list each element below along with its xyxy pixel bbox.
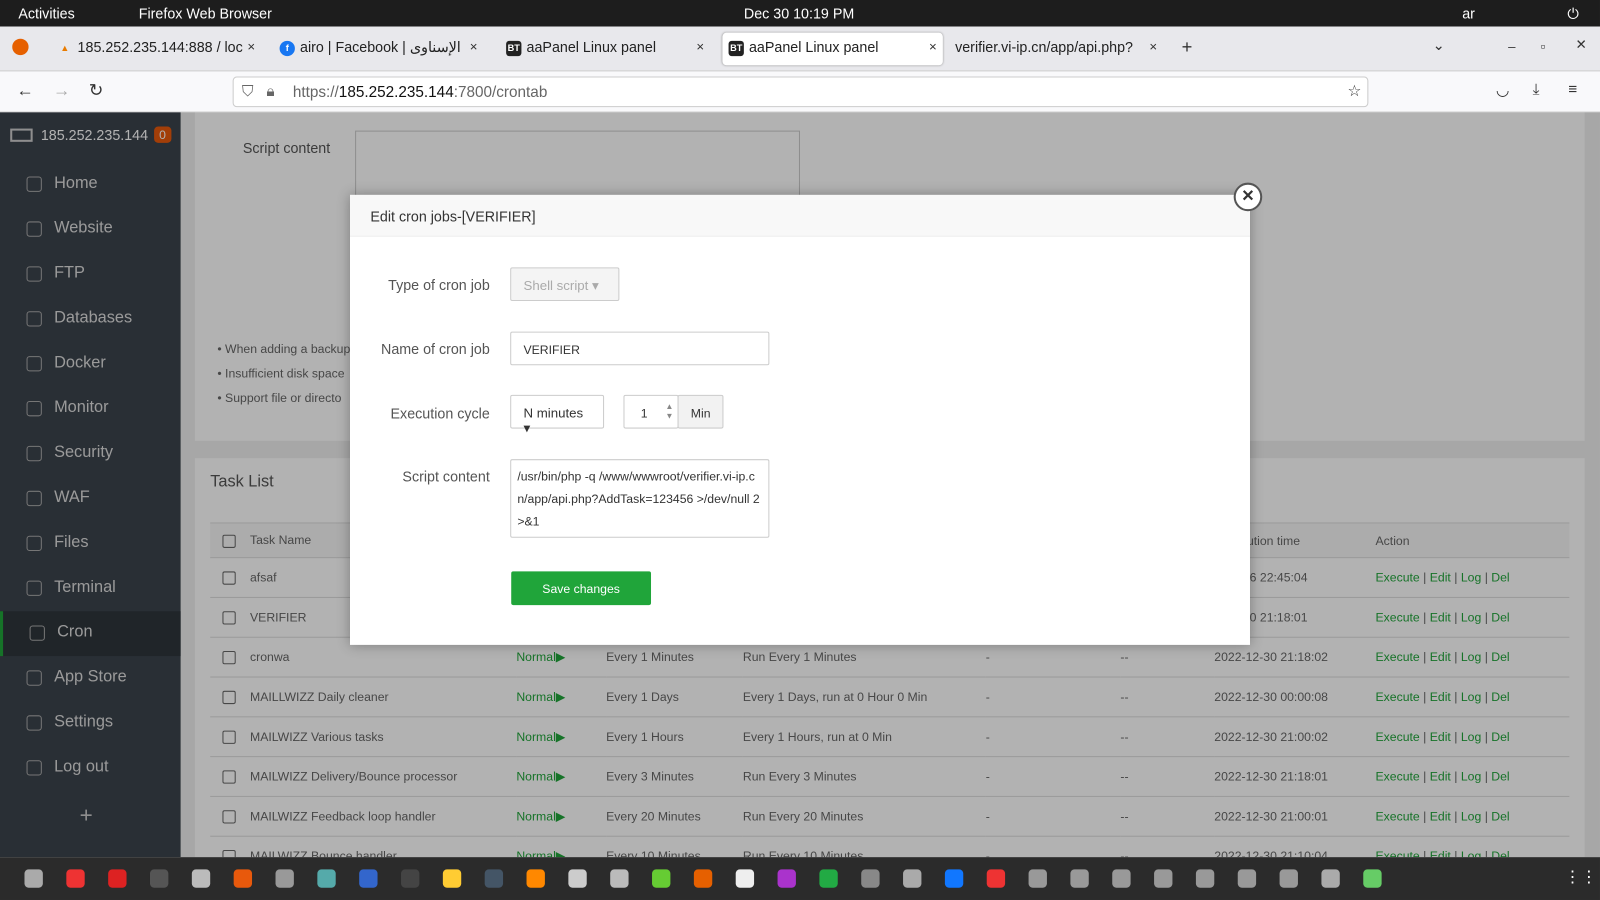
close-tab-icon[interactable]: ×	[470, 39, 478, 54]
dock-app-icon[interactable]	[1070, 869, 1089, 888]
dock-app-icon[interactable]	[1279, 869, 1298, 888]
tab-label: aaPanel Linux panel	[526, 38, 657, 56]
tab-aapanel[interactable]: BT aaPanel Linux panel ×	[500, 33, 710, 66]
dock-app-icon[interactable]	[149, 869, 169, 888]
tab-label: aaPanel Linux panel	[748, 38, 879, 56]
name-input[interactable]: VERIFIER	[510, 331, 770, 366]
bookmark-star-icon[interactable]: ☆	[1347, 82, 1361, 100]
taskbar-dock: ⋮⋮	[0, 857, 1600, 900]
tab-list-chevron-icon[interactable]: ⌄	[1433, 37, 1445, 54]
facebook-icon: f	[279, 40, 295, 57]
minimize-button[interactable]: –	[1508, 39, 1515, 54]
dock-app-icon[interactable]	[484, 869, 504, 888]
dock-app-icon[interactable]	[903, 869, 922, 888]
minutes-unit-label: Min	[677, 394, 724, 429]
dock-app-icon[interactable]	[568, 869, 587, 888]
script-textarea[interactable]: /usr/bin/php -q /www/wwwroot/verifier.vi…	[510, 459, 770, 538]
minutes-stepper[interactable]: 1 ▲ ▼	[623, 394, 679, 429]
power-icon[interactable]: ⏻	[1567, 5, 1578, 22]
activities-button[interactable]: Activities	[18, 5, 74, 21]
modal-title: Edit cron jobs-[VERIFIER]	[349, 194, 1250, 237]
firefox-icon[interactable]	[12, 38, 29, 56]
dock-app-icon[interactable]	[1195, 869, 1215, 888]
dock-app-icon[interactable]	[24, 869, 43, 888]
pma-icon: ▲	[60, 42, 70, 54]
navigation-bar: ← → ↻ ⛉ 🔒︎ https://185.252.235.144:7800/…	[0, 71, 1600, 113]
cycle-label: Execution cycle	[390, 405, 490, 422]
forward-icon[interactable]: →	[53, 81, 70, 101]
dock-app-icon[interactable]	[401, 869, 420, 888]
script-label: Script content	[402, 468, 490, 485]
dock-app-icon[interactable]	[108, 869, 127, 888]
screen: Activities Firefox Web Browser Dec 30 10…	[0, 0, 1600, 900]
browser-tab-bar: ▲ 185.252.235.144:888 / loc × f airo | Face…	[0, 26, 1600, 72]
dock-app-icon[interactable]	[442, 869, 462, 888]
dock-app-icon[interactable]	[526, 869, 545, 888]
close-tab-icon[interactable]: ×	[247, 39, 255, 54]
shield-icon[interactable]: ⛉	[242, 83, 253, 100]
minutes-value: 1	[640, 406, 648, 421]
stepper-arrows-icon[interactable]: ▲ ▼	[665, 402, 673, 420]
close-window-button[interactable]: ✕	[1575, 37, 1586, 53]
tab-label: airo | Facebook | الإسناوى	[299, 38, 461, 56]
dock-app-icon[interactable]	[986, 869, 1006, 888]
type-label: Type of cron job	[388, 276, 490, 293]
close-tab-icon[interactable]: ×	[696, 39, 704, 54]
dock-app-icon[interactable]	[1321, 869, 1340, 888]
dock-app-icon[interactable]	[1154, 869, 1173, 888]
dock-app-icon[interactable]	[735, 869, 755, 888]
menu-icon[interactable]: ≡	[1568, 81, 1577, 98]
show-apps-grid-icon[interactable]: ⋮⋮	[1564, 867, 1597, 887]
dock-app-icon[interactable]	[317, 869, 336, 888]
dock-app-icon[interactable]	[1028, 869, 1047, 888]
bt-icon: BT	[506, 40, 522, 57]
pocket-icon[interactable]: ◡	[1496, 81, 1509, 99]
dock-app-icon[interactable]	[1237, 869, 1257, 888]
tab-aapanel-active[interactable]: BT aaPanel Linux panel ×	[722, 32, 943, 66]
edit-cron-modal: Edit cron jobs-[VERIFIER] × Type of cron…	[349, 182, 1263, 645]
url-path: :7800/crontab	[453, 83, 548, 102]
cycle-select[interactable]: N minutes ▾	[510, 394, 605, 436]
new-tab-button[interactable]: +	[1182, 37, 1193, 58]
dock-app-icon[interactable]	[66, 869, 85, 888]
tab-label: 185.252.235.144:888 / loc	[77, 38, 243, 56]
tab-label: verifier.vi-ip.cn/app/api.php?	[955, 38, 1133, 56]
dock-app-icon[interactable]	[1363, 869, 1382, 888]
dock-app-icon[interactable]	[777, 869, 796, 888]
close-tab-icon[interactable]: ×	[1149, 39, 1157, 54]
keyboard-layout[interactable]: ar	[1462, 5, 1475, 21]
tab-facebook[interactable]: f airo | Facebook | الإسناوى ×	[273, 33, 483, 66]
reload-icon[interactable]: ↻	[89, 81, 104, 101]
dock-app-icon[interactable]	[819, 869, 838, 888]
tab-phpmyadmin[interactable]: ▲ 185.252.235.144:888 / loc ×	[51, 33, 261, 66]
dock-app-icon[interactable]	[944, 869, 964, 888]
back-icon[interactable]: ←	[16, 81, 33, 101]
dock-app-icon[interactable]	[693, 869, 713, 888]
maximize-button[interactable]: ▫	[1541, 39, 1546, 54]
name-label: Name of cron job	[381, 340, 490, 358]
dock-app-icon[interactable]	[1112, 869, 1131, 888]
save-changes-button[interactable]: Save changes	[511, 571, 652, 606]
dock-app-icon[interactable]	[610, 869, 629, 888]
system-top-bar: Activities Firefox Web Browser Dec 30 10…	[0, 0, 1600, 27]
bt-icon: BT	[728, 40, 744, 57]
clock[interactable]: Dec 30 10:19 PM	[744, 5, 854, 21]
download-icon[interactable]: ⤓	[1533, 81, 1540, 98]
dock-app-icon[interactable]	[233, 869, 253, 888]
type-select[interactable]: Shell script ▾	[510, 267, 620, 302]
dock-app-icon[interactable]	[652, 869, 671, 888]
tab-verifier[interactable]: verifier.vi-ip.cn/app/api.php? ×	[929, 33, 1164, 66]
active-app-label: Firefox Web Browser	[138, 5, 272, 22]
lock-warning-icon[interactable]: 🔒︎	[266, 83, 274, 100]
url-host: 185.252.235.144	[338, 83, 454, 102]
url-bar[interactable]: ⛉ 🔒︎ https://185.252.235.144:7800/cronta…	[232, 76, 1369, 108]
close-modal-button[interactable]: ×	[1233, 182, 1263, 212]
dock-app-icon[interactable]	[359, 869, 378, 888]
dock-app-icon[interactable]	[191, 869, 211, 888]
dock-app-icon[interactable]	[275, 869, 294, 888]
url-scheme: https://	[292, 83, 339, 102]
dock-app-icon[interactable]	[861, 869, 880, 888]
